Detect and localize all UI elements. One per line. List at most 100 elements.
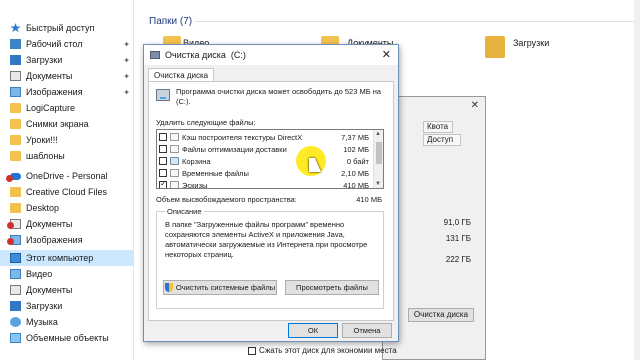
close-icon[interactable]: ✕ <box>382 48 391 61</box>
nav-onedrive-desktop[interactable]: Desktop <box>0 200 134 216</box>
pictures-icon <box>10 87 21 97</box>
nav-label: Документы <box>26 71 73 81</box>
navigation-pane: Быстрый доступ Рабочий стол ✦ Загрузки ✦… <box>0 0 134 360</box>
nav-desktop[interactable]: Рабочий стол ✦ <box>0 36 134 52</box>
space-gained-label: Объем высвобождаемого пространства: <box>156 195 297 204</box>
nav-onedrive[interactable]: OneDrive - Personal <box>0 168 134 184</box>
nav-logicapture[interactable]: LogiCapture <box>0 100 134 116</box>
cancel-button[interactable]: Отмена <box>342 323 392 338</box>
close-icon[interactable]: ✕ <box>471 100 479 111</box>
dialog-titlebar[interactable]: Очистка диска (C:) ✕ <box>144 45 398 65</box>
compress-checkbox[interactable] <box>248 346 256 355</box>
nav-label: Документы <box>26 285 73 295</box>
scroll-up-icon[interactable]: ▲ <box>375 131 381 137</box>
file-size: 102 МБ <box>343 144 369 154</box>
folder-label-downloads[interactable]: Загрузки <box>513 38 549 48</box>
downloads-icon <box>10 301 21 311</box>
sync-error-icon <box>7 222 14 229</box>
list-scrollbar[interactable]: ▲ ▼ <box>373 130 383 188</box>
folder-icon <box>10 203 21 213</box>
tab-disk-cleanup[interactable]: Очистка диска <box>148 68 215 82</box>
nav-videos[interactable]: Видео <box>0 266 134 282</box>
nav-pc-documents[interactable]: Документы <box>0 282 134 298</box>
file-checkbox[interactable] <box>159 169 167 177</box>
tab-access[interactable]: Доступ <box>423 134 461 146</box>
nav-documents[interactable]: Документы ✦ <box>0 68 134 84</box>
list-item[interactable]: Кэш построителя текстуры DirectX 7,37 МБ <box>159 131 371 143</box>
disk-cleanup-button[interactable]: Очистка диска <box>408 308 474 322</box>
documents-icon <box>10 285 21 295</box>
nav-label: Изображения <box>26 87 83 97</box>
video-icon <box>10 269 21 279</box>
drive-icon <box>156 89 170 101</box>
pictures-icon <box>7 235 21 245</box>
nav-onedrive-pictures[interactable]: Изображения <box>0 232 134 248</box>
list-item[interactable]: Эскизы 410 МБ <box>159 179 371 189</box>
nav-label: Музыка <box>26 317 58 327</box>
nav-pc-downloads[interactable]: Загрузки <box>0 298 134 314</box>
folder-icon <box>10 187 21 197</box>
button-label: Очистить системные файлы <box>175 283 276 292</box>
folders-section-title[interactable]: Папки (7) <box>149 16 192 27</box>
ok-button[interactable]: ОК <box>288 323 338 338</box>
used-space-value: 91,0 ГБ <box>443 218 471 227</box>
file-size: 2,10 МБ <box>341 168 369 178</box>
nav-music[interactable]: Музыка <box>0 314 134 330</box>
explorer-scrollbar[interactable] <box>634 0 640 360</box>
file-checkbox[interactable] <box>159 133 167 141</box>
uac-shield-icon <box>164 283 173 292</box>
file-checkbox[interactable] <box>159 157 167 165</box>
nav-quick-access[interactable]: Быстрый доступ <box>0 20 134 36</box>
compress-drive-option[interactable]: Сжать этот диск для экономии места <box>248 346 397 355</box>
view-files-button[interactable]: Просмотреть файлы <box>285 280 379 295</box>
list-item[interactable]: Корзина 0 байт <box>159 155 371 167</box>
documents-icon <box>7 219 21 229</box>
mouse-pointer-icon <box>309 158 321 172</box>
tab-quota[interactable]: Квота <box>423 121 453 133</box>
files-list[interactable]: Кэш построителя текстуры DirectX 7,37 МБ… <box>156 129 384 189</box>
file-checkbox[interactable] <box>159 145 167 153</box>
nav-this-pc[interactable]: Этот компьютер <box>0 250 134 266</box>
file-size: 7,37 МБ <box>341 132 369 142</box>
nav-onedrive-documents[interactable]: Документы <box>0 216 134 232</box>
intro-text: Программа очистки диска может освободить… <box>176 87 382 106</box>
nav-3d-objects[interactable]: Объемные объекты <box>0 330 134 346</box>
nav-label: OneDrive - Personal <box>26 171 108 181</box>
nav-lessons[interactable]: Уроки!!! <box>0 132 134 148</box>
space-gained-value: 410 МБ <box>356 195 382 204</box>
scroll-thumb[interactable] <box>376 142 382 164</box>
nav-templates[interactable]: шаблоны <box>0 148 134 164</box>
nav-downloads[interactable]: Загрузки ✦ <box>0 52 134 68</box>
list-item[interactable]: Файлы оптимизации доставки 102 МБ <box>159 143 371 155</box>
description-group: Описание В папке "Загруженные файлы прог… <box>156 207 384 309</box>
nav-creative-cloud[interactable]: Creative Cloud Files <box>0 184 134 200</box>
music-icon <box>10 317 21 327</box>
description-text: В папке "Загруженные файлы программ" вре… <box>165 220 368 259</box>
downloads-icon <box>10 55 21 65</box>
nav-label: Объемные объекты <box>26 333 109 343</box>
file-checkbox[interactable] <box>159 179 167 188</box>
file-icon <box>170 145 179 153</box>
pin-icon: ✦ <box>123 55 130 65</box>
section-divider <box>195 21 634 22</box>
file-name: Эскизы <box>182 180 208 189</box>
scroll-down-icon[interactable]: ▼ <box>375 181 381 187</box>
nav-screenshots[interactable]: Снимки экрана <box>0 116 134 132</box>
nav-label: Изображения <box>26 235 83 245</box>
folder-icon <box>10 135 21 145</box>
folder-icon <box>10 119 21 129</box>
clean-system-files-button[interactable]: Очистить системные файлы <box>163 280 277 295</box>
nav-label: Загрузки <box>26 55 63 65</box>
downloads-folder-icon[interactable] <box>485 36 505 58</box>
nav-label: Документы <box>26 219 73 229</box>
disk-cleanup-app-icon <box>150 51 160 59</box>
free-space-value: 131 ГБ <box>445 234 471 243</box>
list-item[interactable]: Временные файлы 2,10 МБ <box>159 167 371 179</box>
compress-label: Сжать этот диск для экономии места <box>259 346 397 355</box>
pin-icon: ✦ <box>123 71 130 81</box>
capacity-value: 222 ГБ <box>445 255 471 264</box>
folder-icon <box>10 151 21 161</box>
nav-pictures[interactable]: Изображения ✦ <box>0 84 134 100</box>
sync-error-icon <box>7 238 14 245</box>
nav-label: Desktop <box>26 203 60 213</box>
